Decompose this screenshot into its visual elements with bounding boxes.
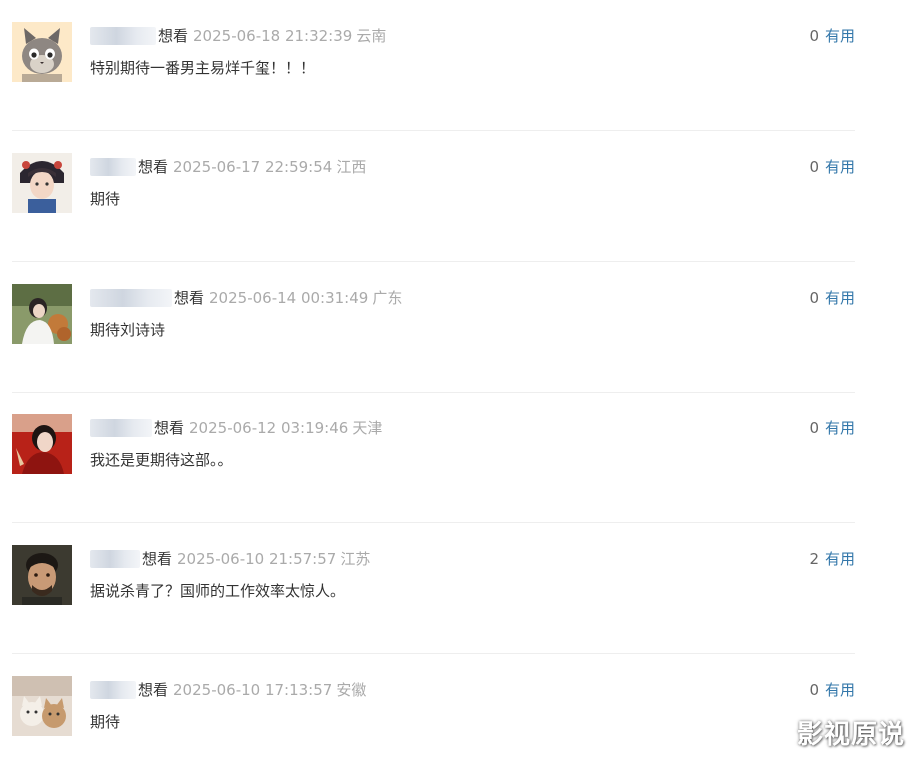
comment-item: 想看 2025-06-10 17:13:57 安徽 期待 0 有用 (12, 654, 855, 767)
vote-count: 2 (809, 550, 819, 568)
rating-label: 想看 (154, 419, 185, 437)
comment-list-page: 想看 2025-06-18 21:32:39 云南 特别期待一番男主易烊千玺！！… (0, 0, 919, 767)
comment-time: 2025-06-14 00:31:49 (209, 289, 369, 307)
username-blurred[interactable] (90, 27, 156, 45)
comment-time: 2025-06-12 03:19:46 (189, 419, 349, 437)
username-blurred[interactable] (90, 289, 172, 307)
useful-button[interactable]: 有用 (825, 27, 855, 45)
comment-content: 期待刘诗诗 (90, 321, 166, 339)
photo-avatar-icon (12, 545, 72, 605)
useful-button[interactable]: 有用 (825, 550, 855, 568)
username-blurred[interactable] (90, 419, 152, 437)
vote-area: 0 有用 (809, 25, 855, 47)
avatar[interactable] (12, 414, 72, 474)
vote-area: 0 有用 (809, 287, 855, 309)
cat-avatar-icon (12, 22, 72, 82)
useful-button[interactable]: 有用 (825, 289, 855, 307)
comment-item: 想看 2025-06-10 21:57:57 江苏 据说杀青了？国师的工作效率太… (12, 523, 855, 654)
photo-avatar-icon (12, 284, 72, 344)
comment-region: 天津 (352, 419, 383, 437)
comment-time: 2025-06-17 22:59:54 (173, 158, 333, 176)
avatar[interactable] (12, 22, 72, 82)
comment-region: 云南 (356, 27, 387, 45)
rating-label: 想看 (174, 289, 205, 307)
rating-label: 想看 (142, 550, 173, 568)
comment-item: 想看 2025-06-18 21:32:39 云南 特别期待一番男主易烊千玺！！… (12, 0, 855, 131)
avatar[interactable] (12, 284, 72, 344)
comment-time: 2025-06-10 21:57:57 (177, 550, 337, 568)
comment-content: 期待 (90, 190, 121, 208)
avatar[interactable] (12, 545, 72, 605)
username-blurred[interactable] (90, 158, 136, 176)
comment-item: 想看 2025-06-12 03:19:46 天津 我还是更期待这部。。 0 有用 (12, 392, 855, 523)
comment-meta: 想看 2025-06-12 03:19:46 天津 (90, 417, 382, 439)
useful-button[interactable]: 有用 (825, 419, 855, 437)
comment-region: 广东 (372, 289, 403, 307)
portrait-avatar-icon (12, 153, 72, 213)
comment-content: 期待 (90, 713, 121, 731)
comment-item: 想看 2025-06-17 22:59:54 江西 期待 0 有用 (12, 131, 855, 262)
comment-time: 2025-06-10 17:13:57 (173, 681, 333, 699)
comment-meta: 想看 2025-06-17 22:59:54 江西 (90, 156, 366, 178)
cats-avatar-icon (12, 676, 72, 736)
comment-item: 想看 2025-06-14 00:31:49 广东 期待刘诗诗 0 有用 (12, 262, 855, 393)
photo-avatar-icon (12, 414, 72, 474)
username-blurred[interactable] (90, 550, 140, 568)
comment-region: 江苏 (340, 550, 371, 568)
watermark-text: 影视原说 (796, 720, 905, 750)
useful-button[interactable]: 有用 (825, 681, 855, 699)
comment-meta: 想看 2025-06-10 17:13:57 安徽 (90, 679, 366, 701)
comment-meta: 想看 2025-06-14 00:31:49 广东 (90, 287, 402, 309)
vote-area: 0 有用 (809, 417, 855, 439)
comment-region: 江西 (336, 158, 367, 176)
comment-meta: 想看 2025-06-18 21:32:39 云南 (90, 25, 386, 47)
vote-area: 0 有用 (809, 679, 855, 701)
comment-time: 2025-06-18 21:32:39 (193, 27, 353, 45)
comment-content: 据说杀青了？国师的工作效率太惊人。 (90, 582, 346, 600)
comment-region: 安徽 (336, 681, 367, 699)
comment-content: 我还是更期待这部。。 (90, 451, 233, 469)
vote-count: 0 (809, 27, 819, 45)
vote-count: 0 (809, 419, 819, 437)
vote-count: 0 (809, 681, 819, 699)
vote-area: 2 有用 (809, 548, 855, 570)
vote-area: 0 有用 (809, 156, 855, 178)
username-blurred[interactable] (90, 681, 136, 699)
avatar[interactable] (12, 676, 72, 736)
rating-label: 想看 (138, 681, 169, 699)
avatar[interactable] (12, 153, 72, 213)
comment-meta: 想看 2025-06-10 21:57:57 江苏 (90, 548, 370, 570)
rating-label: 想看 (158, 27, 189, 45)
useful-button[interactable]: 有用 (825, 158, 855, 176)
vote-count: 0 (809, 289, 819, 307)
rating-label: 想看 (138, 158, 169, 176)
vote-count: 0 (809, 158, 819, 176)
comment-content: 特别期待一番男主易烊千玺！！！ (90, 59, 316, 77)
